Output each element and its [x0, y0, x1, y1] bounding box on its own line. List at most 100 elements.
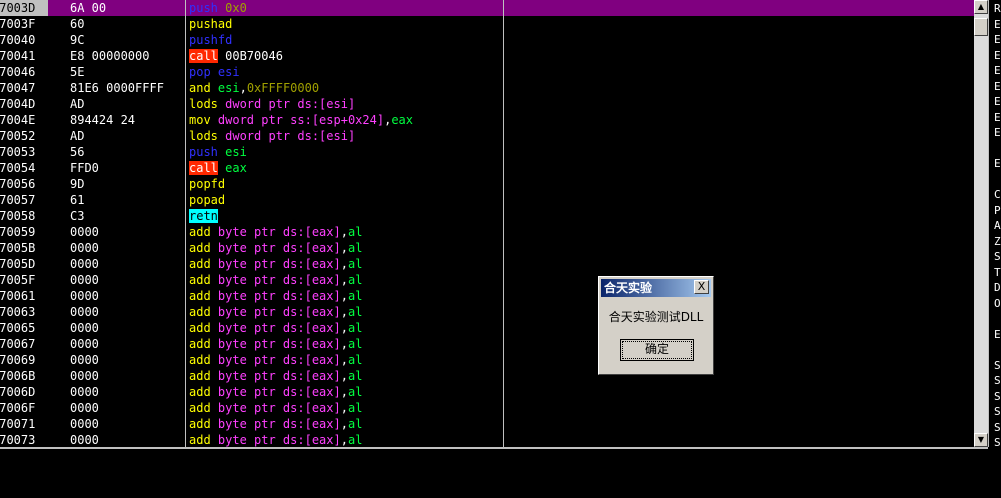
disasm-row[interactable]: B7004E 894424 24 mov dword ptr ss:[esp+0x2…	[0, 112, 974, 128]
asm-token: byte ptr ds:[eax]	[217, 417, 341, 431]
disassembly-cell: retn	[189, 208, 218, 224]
disasm-row[interactable]: B7006D 0000 add byte ptr ds:[eax],al	[0, 384, 974, 400]
asm-token: ,	[340, 337, 348, 351]
hex-cell: 61	[70, 193, 85, 207]
asm-token: byte ptr ds:[eax]	[217, 401, 341, 415]
disasm-row[interactable]: B70073 0000 add byte ptr ds:[eax],al	[0, 432, 974, 447]
disassembly-cell: popfd	[189, 176, 225, 192]
register-label: S	[994, 405, 1001, 418]
asm-token: popad	[189, 193, 226, 207]
disasm-row[interactable]: B70046 5E pop esi	[0, 64, 974, 80]
address-cell: B70040	[0, 33, 36, 47]
disasm-row[interactable]: B7005F 0000 add byte ptr ds:[eax],al	[0, 272, 974, 288]
asm-token: dword ptr ds:[esi]	[225, 97, 356, 111]
asm-token: add	[189, 337, 218, 351]
asm-token: ,	[340, 417, 348, 431]
asm-token: ,	[340, 401, 348, 415]
column-divider	[185, 0, 186, 447]
register-label: E	[994, 327, 1001, 341]
asm-token: 0x0	[217, 1, 247, 15]
register-label: O	[994, 296, 1001, 310]
asm-token: al	[347, 321, 363, 335]
disasm-row[interactable]: B70056 9D popfd	[0, 176, 974, 192]
asm-token: add	[189, 273, 218, 287]
disasm-row[interactable]: B7005D 0000 add byte ptr ds:[eax],al	[0, 256, 974, 272]
ok-button[interactable]: 确定	[620, 339, 694, 361]
hex-cell: 60	[70, 17, 85, 31]
disassembly-cell: add byte ptr ds:[eax],al	[189, 320, 362, 336]
registers-pane[interactable]: REEEEEEEEECPAZSTDOESSSSSS	[988, 0, 1001, 447]
disasm-row[interactable]: B70040 9C pushfd	[0, 32, 974, 48]
disasm-row[interactable]: B70065 0000 add byte ptr ds:[eax],al	[0, 320, 974, 336]
disasm-row[interactable]: B70047 81E6 0000FFFF and esi,0xFFFF0000	[0, 80, 974, 96]
hex-cell: 81E6 0000FFFF	[70, 81, 164, 95]
disassembly-cell: add byte ptr ds:[eax],al	[189, 304, 362, 320]
disassembly-pane[interactable]: B7003D 6A 00 push 0x0 B7003F 60 pushad B70040 9…	[0, 0, 974, 447]
register-label: S	[994, 374, 1001, 387]
register-label: E	[994, 126, 1001, 139]
close-icon[interactable]: X	[694, 280, 709, 294]
asm-token: al	[347, 353, 363, 367]
address-cell: B7006D	[0, 385, 36, 399]
register-label: C	[994, 188, 1001, 201]
asm-token: al	[347, 369, 363, 383]
disasm-row[interactable]: B7003D 6A 00 push 0x0	[0, 0, 974, 16]
disasm-row[interactable]: B7006F 0000 add byte ptr ds:[eax],al	[0, 400, 974, 416]
register-label: T	[994, 265, 1001, 279]
disasm-row[interactable]: B70063 0000 add byte ptr ds:[eax],al	[0, 304, 974, 320]
asm-token: ,	[340, 257, 348, 271]
address-cell: B70065	[0, 321, 36, 335]
address-cell: B7003D	[0, 0, 48, 16]
address-cell: B70052	[0, 129, 36, 143]
asm-token: add	[189, 257, 218, 271]
disasm-row[interactable]: B7005B 0000 add byte ptr ds:[eax],al	[0, 240, 974, 256]
hex-cell: 56	[70, 145, 85, 159]
disassembly-cell: call 00B70046	[189, 48, 283, 64]
hex-cell: AD	[70, 129, 85, 143]
disasm-row[interactable]: B70069 0000 add byte ptr ds:[eax],al	[0, 352, 974, 368]
asm-token: al	[347, 225, 363, 239]
asm-token: byte ptr ds:[eax]	[217, 433, 341, 447]
disassembly-cell: add byte ptr ds:[eax],al	[189, 288, 362, 304]
disasm-row[interactable]: B70052 AD lods dword ptr ds:[esi]	[0, 128, 974, 144]
address-cell: B7004D	[0, 97, 36, 111]
address-cell: B7006F	[0, 401, 36, 415]
disasm-row[interactable]: B70058 C3 retn	[0, 208, 974, 224]
disassembly-cell: add byte ptr ds:[eax],al	[189, 240, 362, 256]
disasm-row[interactable]: B70059 0000 add byte ptr ds:[eax],al	[0, 224, 974, 240]
disasm-row[interactable]: B7003F 60 pushad	[0, 16, 974, 32]
asm-token: call	[189, 49, 218, 63]
disassembly-cell: add byte ptr ds:[eax],al	[189, 256, 362, 272]
disasm-row[interactable]: B7004D AD lods dword ptr ds:[esi]	[0, 96, 974, 112]
address-cell: B70047	[0, 81, 36, 95]
scroll-up-icon[interactable]: ▲	[974, 0, 988, 14]
hex-cell: 0000	[70, 369, 99, 383]
asm-token: add	[189, 321, 218, 335]
asm-token: add	[189, 433, 218, 447]
dump-pane[interactable]	[0, 447, 988, 498]
asm-token: add	[189, 417, 218, 431]
register-label: D	[994, 281, 1001, 294]
disasm-row[interactable]: B70057 61 popad	[0, 192, 974, 208]
asm-token: byte ptr ds:[eax]	[217, 305, 341, 319]
disasm-row[interactable]: B70067 0000 add byte ptr ds:[eax],al	[0, 336, 974, 352]
vertical-scrollbar[interactable]: ▲ ▼	[974, 0, 988, 447]
disasm-row[interactable]: B70054 FFD0 call eax	[0, 160, 974, 176]
asm-token: eax	[217, 161, 247, 175]
disasm-row[interactable]: B70061 0000 add byte ptr ds:[eax],al	[0, 288, 974, 304]
disassembly-cell: add byte ptr ds:[eax],al	[189, 272, 362, 288]
hex-cell: 0000	[70, 385, 99, 399]
disasm-row[interactable]: B7006B 0000 add byte ptr ds:[eax],al	[0, 368, 974, 384]
disassembly-cell: add byte ptr ds:[eax],al	[189, 336, 362, 352]
disasm-row[interactable]: B70053 56 push esi	[0, 144, 974, 160]
scroll-thumb[interactable]	[974, 18, 988, 36]
disassembly-cell: and esi,0xFFFF0000	[189, 80, 319, 96]
asm-token: add	[189, 305, 218, 319]
disasm-row[interactable]: B70071 0000 add byte ptr ds:[eax],al	[0, 416, 974, 432]
disassembly-cell: lods dword ptr ds:[esi]	[189, 128, 355, 144]
address-cell: B70063	[0, 305, 36, 319]
address-cell: B70069	[0, 353, 36, 367]
disasm-row[interactable]: B70041 E8 00000000 call 00B70046	[0, 48, 974, 64]
scroll-down-icon[interactable]: ▼	[974, 433, 988, 447]
asm-token: byte ptr ds:[eax]	[217, 353, 341, 367]
